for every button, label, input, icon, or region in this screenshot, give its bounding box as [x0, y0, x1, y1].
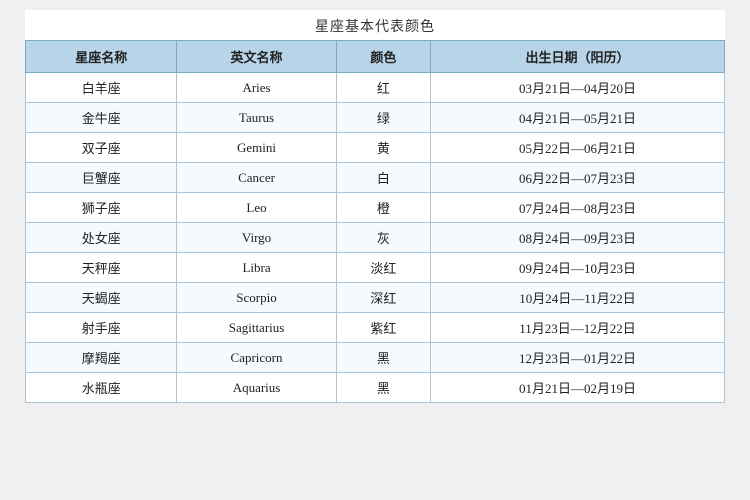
table-row: 金牛座Taurus绿04月21日—05月21日	[26, 103, 725, 133]
cell-en-name: Leo	[177, 193, 336, 223]
cell-color: 紫红	[336, 313, 430, 343]
cell-zh-name: 处女座	[26, 223, 177, 253]
header-en-name: 英文名称	[177, 41, 336, 73]
table-header-row: 星座名称 英文名称 颜色 出生日期（阳历）	[26, 41, 725, 73]
cell-zh-name: 金牛座	[26, 103, 177, 133]
cell-en-name: Aquarius	[177, 373, 336, 403]
cell-date: 04月21日—05月21日	[431, 103, 725, 133]
table-row: 双子座Gemini黄05月22日—06月21日	[26, 133, 725, 163]
cell-date: 06月22日—07月23日	[431, 163, 725, 193]
cell-en-name: Virgo	[177, 223, 336, 253]
cell-color: 绿	[336, 103, 430, 133]
zodiac-table: 星座名称 英文名称 颜色 出生日期（阳历） 白羊座Aries红03月21日—04…	[25, 40, 725, 403]
cell-date: 12月23日—01月22日	[431, 343, 725, 373]
cell-date: 10月24日—11月22日	[431, 283, 725, 313]
cell-color: 深红	[336, 283, 430, 313]
table-row: 处女座Virgo灰08月24日—09月23日	[26, 223, 725, 253]
cell-en-name: Aries	[177, 73, 336, 103]
cell-en-name: Cancer	[177, 163, 336, 193]
table-row: 摩羯座Capricorn黑12月23日—01月22日	[26, 343, 725, 373]
cell-color: 黑	[336, 343, 430, 373]
cell-en-name: Taurus	[177, 103, 336, 133]
table-row: 巨蟹座Cancer白06月22日—07月23日	[26, 163, 725, 193]
header-color: 颜色	[336, 41, 430, 73]
table-row: 狮子座Leo橙07月24日—08月23日	[26, 193, 725, 223]
cell-color: 黄	[336, 133, 430, 163]
cell-date: 03月21日—04月20日	[431, 73, 725, 103]
cell-color: 红	[336, 73, 430, 103]
table-row: 水瓶座Aquarius黑01月21日—02月19日	[26, 373, 725, 403]
cell-zh-name: 天秤座	[26, 253, 177, 283]
table-row: 天蝎座Scorpio深红10月24日—11月22日	[26, 283, 725, 313]
cell-en-name: Sagittarius	[177, 313, 336, 343]
cell-date: 07月24日—08月23日	[431, 193, 725, 223]
cell-color: 黑	[336, 373, 430, 403]
cell-en-name: Capricorn	[177, 343, 336, 373]
cell-zh-name: 天蝎座	[26, 283, 177, 313]
cell-zh-name: 双子座	[26, 133, 177, 163]
cell-zh-name: 射手座	[26, 313, 177, 343]
table-row: 天秤座Libra淡红09月24日—10月23日	[26, 253, 725, 283]
cell-en-name: Libra	[177, 253, 336, 283]
cell-color: 灰	[336, 223, 430, 253]
cell-zh-name: 白羊座	[26, 73, 177, 103]
cell-date: 01月21日—02月19日	[431, 373, 725, 403]
cell-en-name: Scorpio	[177, 283, 336, 313]
cell-zh-name: 摩羯座	[26, 343, 177, 373]
cell-en-name: Gemini	[177, 133, 336, 163]
cell-color: 橙	[336, 193, 430, 223]
page-title: 星座基本代表颜色	[25, 10, 725, 40]
cell-color: 淡红	[336, 253, 430, 283]
header-zh-name: 星座名称	[26, 41, 177, 73]
main-container: 星座基本代表颜色 星座名称 英文名称 颜色 出生日期（阳历） 白羊座Aries红…	[25, 10, 725, 403]
cell-date: 11月23日—12月22日	[431, 313, 725, 343]
header-date: 出生日期（阳历）	[431, 41, 725, 73]
table-row: 射手座Sagittarius紫红11月23日—12月22日	[26, 313, 725, 343]
table-row: 白羊座Aries红03月21日—04月20日	[26, 73, 725, 103]
cell-date: 05月22日—06月21日	[431, 133, 725, 163]
cell-color: 白	[336, 163, 430, 193]
cell-date: 08月24日—09月23日	[431, 223, 725, 253]
cell-zh-name: 水瓶座	[26, 373, 177, 403]
cell-zh-name: 巨蟹座	[26, 163, 177, 193]
cell-date: 09月24日—10月23日	[431, 253, 725, 283]
cell-zh-name: 狮子座	[26, 193, 177, 223]
